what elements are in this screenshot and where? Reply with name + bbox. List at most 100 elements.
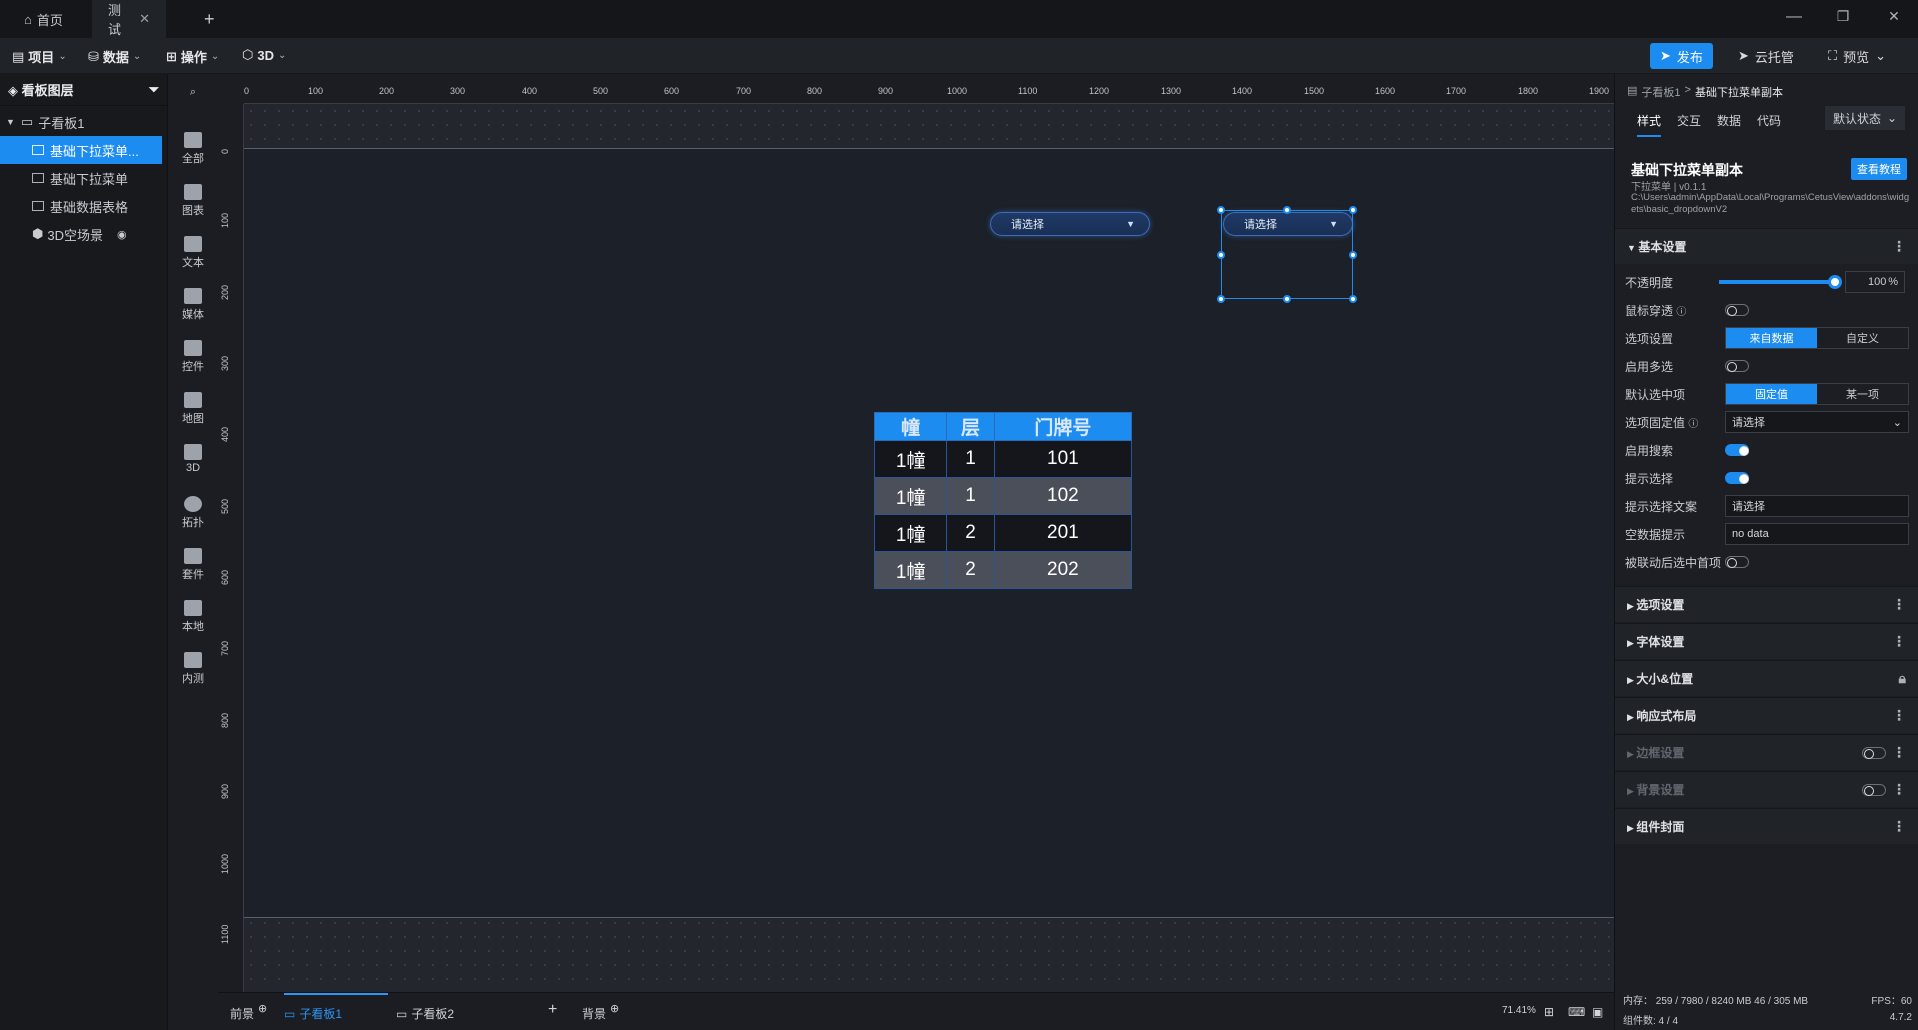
tool-topology[interactable]: 拓扑 [168, 496, 218, 530]
search-toggle[interactable] [1725, 444, 1749, 456]
layer-item[interactable]: ⬢ 3D空场景 ◉ [0, 220, 167, 248]
more-icon[interactable]: ⋮ [1892, 781, 1906, 798]
new-tab-button[interactable]: + [188, 0, 231, 38]
table-cell: 1 [946, 477, 995, 515]
section-border[interactable]: ▶ 边框设置 ⋮ [1615, 734, 1918, 770]
default-fixed[interactable]: 固定值 [1726, 384, 1817, 404]
fixed-select[interactable]: 请选择 ⌄ [1725, 411, 1909, 433]
opacity-slider[interactable] [1719, 275, 1842, 289]
preview-button[interactable]: ⛶ 预览 ⌄ [1818, 43, 1896, 69]
more-icon[interactable]: ⋮ [1892, 707, 1906, 724]
multi-toggle[interactable] [1725, 360, 1749, 372]
more-icon[interactable]: ⋮ [1892, 744, 1906, 761]
tab-sub-board-2[interactable]: ▭ 子看板2 [396, 1005, 454, 1022]
default-item[interactable]: 某一项 [1817, 384, 1908, 404]
section-size-position[interactable]: ▶ 大小&位置 🔒︎ [1615, 660, 1918, 696]
state-select[interactable]: 默认状态 ⌄ [1825, 106, 1905, 130]
data-table-widget[interactable]: 幢 层 门牌号 1幢 1 101 1幢 1 102 1幢 2 201 1幢 2 … [873, 412, 1133, 589]
menu-3d[interactable]: ⬡ 3D ⌄ [242, 47, 286, 63]
tool-local[interactable]: 本地 [168, 600, 218, 634]
layer-item[interactable]: 基础数据表格 [0, 192, 167, 220]
close-tab-icon[interactable]: ✕ [139, 11, 150, 27]
opacity-input[interactable]: 100% [1845, 271, 1905, 293]
opacity-slider-handle[interactable] [1828, 275, 1842, 289]
fit-screen-icon[interactable]: ⊞ [1544, 1005, 1554, 1019]
option-custom[interactable]: 自定义 [1817, 328, 1908, 348]
hint-toggle[interactable] [1725, 472, 1749, 484]
hint-text-input[interactable]: 请选择 [1725, 495, 1909, 517]
home-tab[interactable]: ⌂ 首页 [8, 0, 79, 38]
tool-label: 本地 [182, 621, 204, 633]
resize-handle[interactable] [1283, 206, 1291, 214]
keyboard-icon[interactable]: ⌨ [1568, 1005, 1585, 1019]
border-toggle[interactable] [1862, 746, 1886, 759]
section-basic[interactable]: ▼ 基本设置 ⋮ [1615, 228, 1918, 264]
resize-handle[interactable] [1217, 206, 1225, 214]
tool-text[interactable]: 文本 [168, 236, 218, 270]
layer-item[interactable]: 基础下拉菜单... [0, 136, 162, 164]
search-icon[interactable]: ⌕ [168, 86, 218, 99]
tool-map[interactable]: 地图 [168, 392, 218, 426]
more-icon[interactable]: ⋮ [1892, 633, 1906, 650]
grid-icon: ⊞ [166, 48, 177, 64]
filter-icon[interactable]: ⏷ [149, 82, 159, 98]
add-board-button[interactable]: + [548, 1001, 557, 1019]
menu-operate[interactable]: ⊞ 操作 ⌄ [166, 47, 219, 66]
more-icon[interactable]: ⋮ [1892, 818, 1906, 835]
breadcrumb-parent[interactable]: 子看板1 [1641, 84, 1680, 100]
tab-style[interactable]: 样式 [1637, 112, 1662, 137]
linked-toggle[interactable] [1725, 556, 1749, 568]
layer-item[interactable]: 基础下拉菜单 [0, 164, 167, 192]
more-icon[interactable]: ⋮ [1892, 238, 1906, 255]
tool-all[interactable]: 全部 [168, 132, 218, 166]
tab-data[interactable]: 数据 [1717, 112, 1741, 137]
resize-handle[interactable] [1283, 295, 1291, 303]
tool-3d[interactable]: 3D [168, 444, 218, 474]
tool-chart[interactable]: 图表 [168, 184, 218, 218]
fullscreen-icon: ⛶ [1828, 48, 1838, 63]
test-tab[interactable]: 测试 ✕ [92, 0, 166, 38]
tab-code[interactable]: 代码 [1757, 112, 1781, 137]
resize-handle[interactable] [1349, 295, 1357, 303]
publish-button[interactable]: ➤ 发布 [1650, 43, 1713, 69]
tool-beta[interactable]: 内测 [168, 652, 218, 686]
resize-handle[interactable] [1349, 251, 1357, 259]
pointer-toggle[interactable] [1725, 304, 1749, 316]
add-circle-icon[interactable]: ⊕ [258, 1002, 267, 1015]
tab-background[interactable]: 背景 ⊕ [582, 1002, 619, 1022]
lock-icon[interactable]: 🔒︎ [1899, 670, 1906, 687]
selection-box[interactable] [1221, 210, 1353, 299]
tab-interaction[interactable]: 交互 [1677, 112, 1701, 137]
tool-media[interactable]: 媒体 [168, 288, 218, 322]
tool-suite[interactable]: 套件 [168, 548, 218, 582]
dropdown-widget[interactable]: 请选择 ▼ [990, 212, 1150, 236]
layer-root[interactable]: ▼ ▭ 子看板1 [0, 108, 167, 136]
console-icon[interactable]: ▣ [1592, 1005, 1603, 1019]
help-icon[interactable]: ⓘ [1676, 307, 1686, 318]
tab-foreground[interactable]: 前景 ⊕ [230, 1002, 267, 1022]
section-background[interactable]: ▶ 背景设置 ⋮ [1615, 771, 1918, 807]
option-from-data[interactable]: 来自数据 [1726, 328, 1817, 348]
tab-sub-board-1[interactable]: ▭ 子看板1 [284, 993, 388, 1022]
section-font[interactable]: ▶ 字体设置 ⋮ [1615, 623, 1918, 659]
section-responsive[interactable]: ▶ 响应式布局 ⋮ [1615, 697, 1918, 733]
restore-button[interactable]: ❐ [1831, 8, 1855, 25]
tool-control[interactable]: 控件 [168, 340, 218, 374]
more-icon[interactable]: ⋮ [1892, 596, 1906, 613]
help-icon[interactable]: ⓘ [1688, 419, 1698, 430]
eye-off-icon[interactable]: ◉ [117, 228, 127, 241]
section-cover[interactable]: ▶ 组件封面 ⋮ [1615, 808, 1918, 844]
resize-handle[interactable] [1217, 295, 1225, 303]
section-options[interactable]: ▶ 选项设置 ⋮ [1615, 586, 1918, 622]
menu-project[interactable]: ▤ 项目 ⌄ [12, 47, 67, 66]
resize-handle[interactable] [1217, 251, 1225, 259]
menu-data[interactable]: ⛁ 数据 ⌄ [88, 47, 141, 66]
tutorial-button[interactable]: 查看教程 [1851, 158, 1907, 180]
close-window-button[interactable]: ✕ [1882, 8, 1906, 25]
minimize-button[interactable]: — [1782, 8, 1806, 26]
add-circle-icon[interactable]: ⊕ [610, 1002, 619, 1015]
empty-input[interactable]: no data [1725, 523, 1909, 545]
cloud-button[interactable]: ➤ 云托管 [1728, 43, 1804, 69]
background-toggle[interactable] [1862, 783, 1886, 796]
resize-handle[interactable] [1349, 206, 1357, 214]
